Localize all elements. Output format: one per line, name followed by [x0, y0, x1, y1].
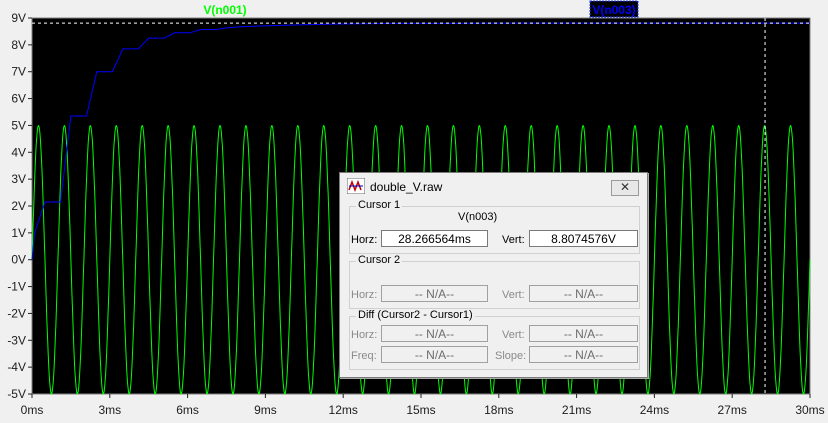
y-tick-label: -1V: [7, 280, 26, 294]
waveform-icon: [347, 178, 365, 194]
y-tick-label: 0V: [11, 253, 26, 267]
x-tick-label: 12ms: [329, 403, 358, 417]
cursor1-trace-name: V(n003): [458, 211, 498, 223]
cursor1-group-title: Cursor 1: [356, 199, 403, 211]
y-tick-label: -5V: [7, 387, 26, 401]
x-tick-label: 3ms: [98, 403, 121, 417]
diff-vert-field: -- N/A--: [529, 325, 638, 342]
y-tick-label: 2V: [11, 199, 26, 213]
diff-horz-field: -- N/A--: [381, 325, 488, 342]
x-tick-label: 18ms: [484, 403, 513, 417]
cursor1-vert-field[interactable]: 8.8074576V: [529, 230, 638, 247]
x-tick-label: 15ms: [406, 403, 435, 417]
cursor2-horz-label: Horz:: [351, 289, 378, 301]
y-tick-label: -2V: [7, 306, 26, 320]
y-tick-label: 9V: [11, 11, 26, 25]
dialog-title: double_V.raw: [370, 180, 443, 194]
trace-label-vn003[interactable]: V(n003): [592, 3, 635, 17]
diff-slope-label: Slope:: [495, 350, 527, 362]
y-tick-label: -4V: [7, 360, 26, 374]
cursor-dialog[interactable]: double_V.raw ✕ Cursor 1 V(n003) Horz: 28…: [339, 172, 648, 378]
diff-freq-field: -- N/A--: [381, 346, 488, 363]
y-tick-label: 8V: [11, 38, 26, 52]
x-tick-label: 0ms: [21, 403, 44, 417]
diff-freq-label: Freq:: [351, 350, 377, 362]
y-tick-label: 5V: [11, 118, 26, 132]
y-tick-label: 3V: [11, 172, 26, 186]
x-tick-label: 24ms: [640, 403, 669, 417]
close-button[interactable]: ✕: [611, 180, 639, 196]
y-tick-label: -3V: [7, 333, 26, 347]
cursor2-horz-field: -- N/A--: [381, 285, 488, 302]
y-tick-label: 7V: [11, 65, 26, 79]
x-tick-label: 6ms: [176, 403, 199, 417]
trace-label-vn001[interactable]: V(n001): [203, 3, 246, 17]
cursor1-horz-field[interactable]: 28.266564ms: [381, 230, 488, 247]
cursor1-horz-label: Horz:: [351, 234, 378, 246]
x-tick-label: 27ms: [718, 403, 747, 417]
y-tick-label: 6V: [11, 92, 26, 106]
cursor2-vert-field: -- N/A--: [529, 285, 638, 302]
diff-group-title: Diff (Cursor2 - Cursor1): [356, 309, 475, 321]
diff-slope-field: -- N/A--: [529, 346, 638, 363]
cursor2-group-title: Cursor 2: [356, 254, 403, 266]
x-tick-label: 9ms: [254, 403, 277, 417]
cursor2-vert-label: Vert:: [502, 289, 525, 301]
diff-horz-label: Horz:: [351, 329, 378, 341]
diff-vert-label: Vert:: [502, 329, 525, 341]
dialog-titlebar[interactable]: double_V.raw ✕: [340, 173, 647, 199]
y-tick-label: 1V: [11, 226, 26, 240]
x-tick-label: 30ms: [795, 403, 824, 417]
cursor1-vert-label: Vert:: [502, 234, 525, 246]
x-tick-label: 21ms: [562, 403, 591, 417]
y-tick-label: 4V: [11, 145, 26, 159]
